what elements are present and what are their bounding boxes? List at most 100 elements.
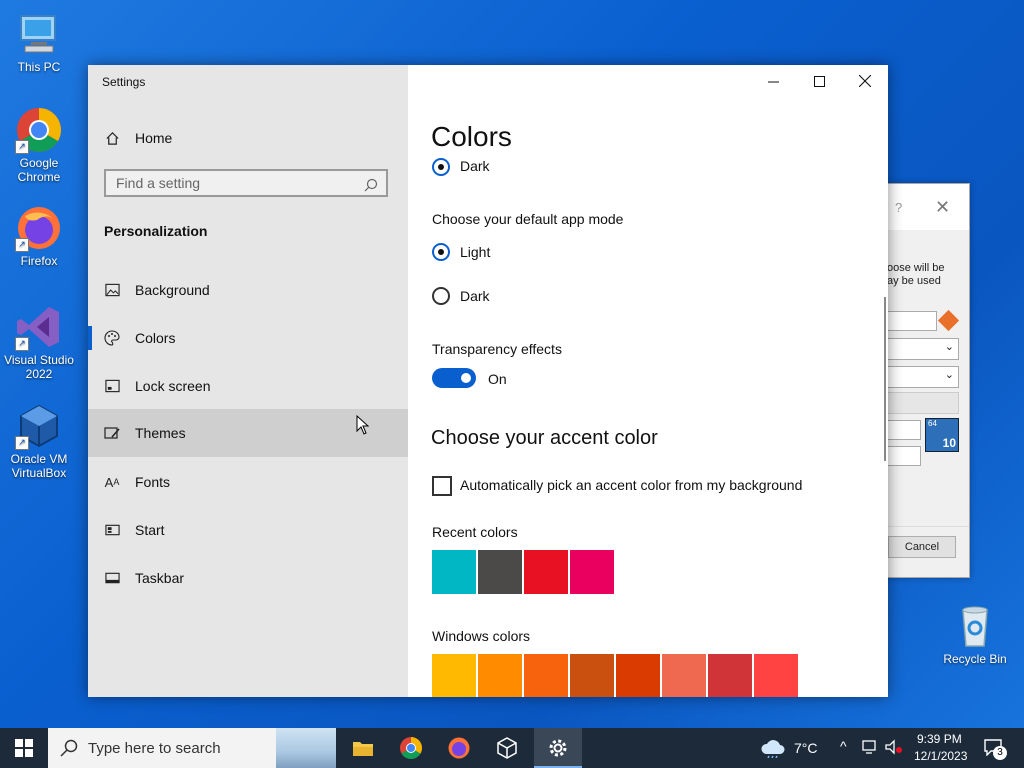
- settings-content: Colors Dark Choose your default app mode…: [408, 65, 888, 697]
- windows-mode-dark-label: Dark: [460, 158, 490, 174]
- taskbar-chrome[interactable]: [388, 728, 434, 768]
- dialog-text-line: oose will be: [887, 262, 945, 274]
- window-title: Settings: [102, 75, 146, 89]
- network-icon[interactable]: [862, 739, 880, 758]
- section-heading: Personalization: [104, 223, 208, 239]
- windows-color-swatch[interactable]: [662, 654, 706, 697]
- desktop-icon-google-chrome[interactable]: ↗ Google Chrome: [1, 106, 77, 184]
- auto-accent-label: Automatically pick an accent color from …: [460, 477, 803, 493]
- app-mode-dark-label: Dark: [460, 288, 490, 304]
- clock-date[interactable]: 12/1/2023: [914, 749, 967, 763]
- app-mode-light-radio[interactable]: [432, 243, 450, 261]
- weather-icon[interactable]: [760, 738, 786, 761]
- sidebar-item-label: Background: [135, 282, 210, 298]
- desktop-icon-visual-studio[interactable]: ↗ Visual Studio 2022: [1, 303, 77, 381]
- minimize-icon: [767, 81, 779, 82]
- visual-studio-icon: ↗: [15, 303, 63, 351]
- dialog-dropdown[interactable]: ⌄: [879, 366, 959, 388]
- search-input[interactable]: Find a setting: [104, 169, 388, 197]
- minimize-button[interactable]: [750, 65, 796, 97]
- recent-color-swatch[interactable]: [432, 550, 476, 594]
- windows-color-swatch[interactable]: [616, 654, 660, 697]
- shortcut-arrow-icon: ↗: [15, 436, 29, 450]
- desktop-icon-label: Google Chrome: [17, 156, 61, 184]
- weather-temp[interactable]: 7°C: [794, 740, 818, 756]
- maximize-button[interactable]: [796, 65, 842, 97]
- search-icon: [364, 175, 378, 192]
- taskbar-file-explorer[interactable]: [340, 728, 386, 768]
- sidebar-item-label: Colors: [135, 330, 176, 346]
- close-button[interactable]: [842, 65, 888, 97]
- chrome-icon: [400, 737, 422, 759]
- dialog-dropdown[interactable]: ⌄: [879, 338, 959, 360]
- windows-color-swatch[interactable]: [432, 654, 476, 697]
- windows-color-swatch[interactable]: [478, 654, 522, 697]
- volume-muted-icon[interactable]: [884, 739, 904, 758]
- sidebar-item-fonts[interactable]: AA Fonts: [88, 458, 408, 506]
- clock-time[interactable]: 9:39 PM: [917, 732, 962, 746]
- desktop-icon-this-pc[interactable]: This PC: [1, 10, 77, 74]
- recent-color-swatch[interactable]: [524, 550, 568, 594]
- background-dialog: ? ✕ oose will be ay be used ⌄ ⌄ 64 10 Ca…: [878, 183, 970, 578]
- sidebar-item-taskbar[interactable]: Taskbar: [88, 554, 408, 602]
- auto-accent-checkbox[interactable]: [432, 476, 452, 496]
- taskbar-search-placeholder: Type here to search: [88, 740, 221, 757]
- taskbar-icon: [104, 570, 120, 586]
- taskbar-search-box[interactable]: Type here to search: [48, 728, 336, 768]
- transparency-toggle[interactable]: [432, 368, 476, 388]
- mouse-cursor-icon: [356, 415, 370, 435]
- search-placeholder: Find a setting: [116, 175, 201, 191]
- windows-color-swatch[interactable]: [570, 654, 614, 697]
- sidebar-item-start[interactable]: Start: [88, 506, 408, 554]
- taskbar-firefox[interactable]: [436, 728, 482, 768]
- picture-icon: [104, 282, 120, 298]
- windows-mode-dark-radio[interactable]: [432, 158, 450, 176]
- windows-color-swatch[interactable]: [754, 654, 798, 697]
- recycle-bin-icon: [951, 602, 999, 650]
- sidebar-item-home[interactable]: Home: [88, 114, 408, 162]
- badge-text: 10: [942, 436, 956, 450]
- taskbar-settings[interactable]: [534, 728, 582, 768]
- taskbar-virtualbox[interactable]: [484, 728, 530, 768]
- sidebar-item-label: Themes: [135, 425, 186, 441]
- sidebar-item-label: Lock screen: [135, 378, 211, 394]
- firefox-icon: ↗: [15, 204, 63, 252]
- sidebar-item-colors[interactable]: Colors: [88, 314, 408, 362]
- virtualbox-icon: [497, 737, 517, 759]
- chevron-up-icon[interactable]: ^: [840, 738, 847, 754]
- desktop-icon-firefox[interactable]: ↗ Firefox: [1, 204, 77, 268]
- app-mode-dark-radio[interactable]: [432, 287, 450, 305]
- windows-color-swatch[interactable]: [524, 654, 568, 697]
- home-icon: [104, 130, 120, 146]
- recent-color-swatch[interactable]: [570, 550, 614, 594]
- app-mode-label: Choose your default app mode: [432, 211, 624, 227]
- windows-logo-icon: [15, 739, 33, 757]
- virtualbox-icon: ↗: [15, 402, 63, 450]
- help-button[interactable]: ?: [895, 200, 902, 215]
- desktop-icon-label: Oracle VM VirtualBox: [10, 452, 68, 480]
- this-pc-icon: [15, 10, 63, 58]
- badge-small-text: 64: [928, 419, 937, 428]
- search-icon: [60, 739, 78, 757]
- close-icon: [859, 75, 871, 87]
- shortcut-arrow-icon: ↗: [15, 140, 29, 154]
- sidebar-item-background[interactable]: Background: [88, 266, 408, 314]
- desktop-icon-recycle-bin[interactable]: Recycle Bin: [937, 602, 1013, 666]
- scrollbar[interactable]: [884, 297, 886, 461]
- sidebar-item-label: Home: [135, 130, 173, 146]
- dialog-titlebar: [879, 184, 969, 230]
- windows-color-swatch[interactable]: [708, 654, 752, 697]
- sidebar-item-label: Taskbar: [135, 570, 185, 586]
- sidebar-item-lock-screen[interactable]: Lock screen: [88, 362, 408, 410]
- desktop-icon-label: Firefox: [20, 254, 58, 268]
- desktop-icon-label: This PC: [17, 60, 61, 74]
- start-button[interactable]: [0, 728, 48, 768]
- recent-colors-row: [432, 550, 632, 594]
- desktop-icon-virtualbox[interactable]: ↗ Oracle VM VirtualBox: [1, 402, 77, 480]
- desktop-icon-label: Visual Studio 2022: [4, 353, 74, 381]
- recent-color-swatch[interactable]: [478, 550, 522, 594]
- dialog-close-icon[interactable]: ✕: [935, 197, 950, 218]
- palette-icon: [104, 330, 120, 346]
- page-title: Colors: [431, 121, 512, 152]
- cancel-button[interactable]: Cancel: [888, 536, 956, 558]
